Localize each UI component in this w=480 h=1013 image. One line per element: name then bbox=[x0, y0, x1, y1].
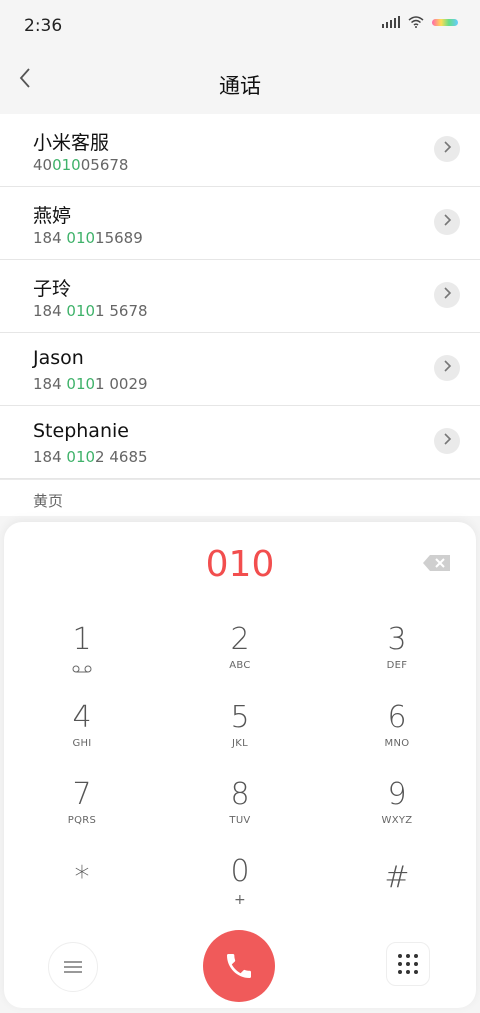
dialpad-icon bbox=[398, 954, 418, 974]
battery-icon bbox=[432, 18, 458, 26]
contact-detail-button[interactable] bbox=[434, 136, 460, 162]
contact-row[interactable]: Jason 184 0101 0029 bbox=[0, 333, 480, 406]
key-9[interactable]: 9 WXYZ bbox=[342, 777, 452, 847]
status-icons bbox=[382, 16, 458, 28]
section-label: 黄页 bbox=[33, 492, 64, 510]
status-bar: 2:36 bbox=[0, 0, 480, 52]
contact-name: Stephanie bbox=[33, 420, 129, 442]
contact-row[interactable]: 子玲 184 0101 5678 bbox=[0, 260, 480, 333]
key-0[interactable]: 0 + bbox=[185, 854, 295, 924]
contact-number: 4001005678 bbox=[33, 156, 129, 174]
dial-number-display: 010 bbox=[205, 544, 275, 585]
contact-list: 小米客服 4001005678 燕婷 184 01015689 子玲 184 0… bbox=[0, 114, 480, 479]
chevron-right-icon bbox=[444, 287, 452, 299]
menu-button[interactable] bbox=[48, 942, 98, 992]
key-8[interactable]: 8 TUV bbox=[185, 777, 295, 847]
contact-name: Jason bbox=[33, 347, 84, 369]
call-button[interactable] bbox=[203, 930, 275, 1002]
voicemail-icon bbox=[72, 665, 92, 673]
key-1[interactable]: 1 bbox=[27, 622, 137, 692]
backspace-button[interactable] bbox=[422, 554, 452, 572]
dialpad-toggle-button[interactable] bbox=[386, 942, 430, 986]
chevron-right-icon bbox=[444, 214, 452, 226]
contact-detail-button[interactable] bbox=[434, 428, 460, 454]
signal-icon bbox=[382, 16, 400, 28]
key-5[interactable]: 5 JKL bbox=[185, 700, 295, 770]
contact-number: 184 0101 5678 bbox=[33, 302, 148, 320]
key-hash[interactable]: # bbox=[342, 860, 452, 930]
chevron-right-icon bbox=[444, 360, 452, 372]
status-time: 2:36 bbox=[24, 16, 63, 36]
contact-name: 燕婷 bbox=[33, 205, 72, 227]
key-7[interactable]: 7 PQRS bbox=[27, 777, 137, 847]
backspace-icon bbox=[423, 555, 450, 571]
contact-name: 小米客服 bbox=[33, 132, 110, 154]
contact-number: 184 01015689 bbox=[33, 229, 143, 247]
key-2[interactable]: 2 ABC bbox=[185, 622, 295, 692]
contact-row[interactable]: 燕婷 184 01015689 bbox=[0, 187, 480, 260]
contact-number: 184 0102 4685 bbox=[33, 448, 148, 466]
contact-name: 子玲 bbox=[33, 278, 72, 300]
contact-row[interactable]: Stephanie 184 0102 4685 bbox=[0, 406, 480, 479]
wifi-icon bbox=[408, 16, 424, 28]
section-header-yellow-pages: 黄页 bbox=[0, 479, 480, 516]
phone-icon bbox=[227, 954, 251, 978]
chevron-right-icon bbox=[444, 433, 452, 445]
chevron-right-icon bbox=[444, 141, 452, 153]
key-3[interactable]: 3 DEF bbox=[342, 622, 452, 692]
contact-detail-button[interactable] bbox=[434, 355, 460, 381]
menu-icon bbox=[64, 958, 82, 976]
key-4[interactable]: 4 GHI bbox=[27, 700, 137, 770]
contact-row[interactable]: 小米客服 4001005678 bbox=[0, 114, 480, 187]
key-6[interactable]: 6 MNO bbox=[342, 700, 452, 770]
contact-detail-button[interactable] bbox=[434, 282, 460, 308]
top-bar: 通话 bbox=[0, 52, 480, 114]
contact-detail-button[interactable] bbox=[434, 209, 460, 235]
page-title: 通话 bbox=[219, 74, 261, 98]
contact-number: 184 0101 0029 bbox=[33, 375, 148, 393]
key-star[interactable]: * bbox=[27, 860, 137, 930]
dialer-panel: 010 1 2 ABC 3 DEF 4 GHI 5 JKL 6 MNO 7 PQRS 8 TU… bbox=[4, 522, 476, 1008]
